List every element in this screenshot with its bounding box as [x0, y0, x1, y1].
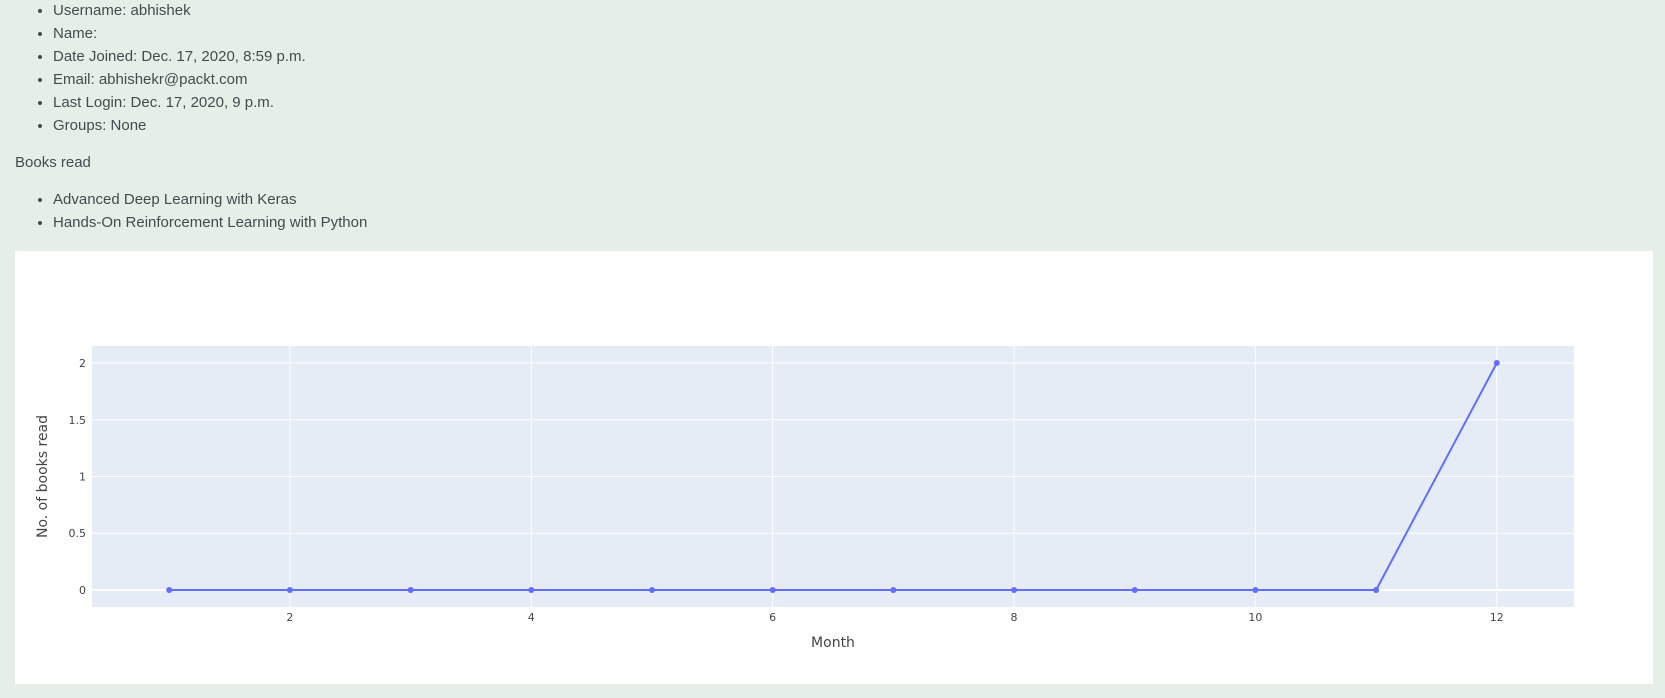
y-tick-label: 0.5 — [69, 527, 87, 540]
data-point-marker — [286, 586, 293, 593]
data-point-marker — [528, 586, 535, 593]
profile-email: Email: abhishekr@packt.com — [53, 68, 306, 91]
data-point-marker — [407, 586, 414, 593]
book-item: Advanced Deep Learning with Keras — [53, 188, 367, 211]
data-point-marker — [1493, 360, 1500, 367]
profile-date-joined: Date Joined: Dec. 17, 2020, 8:59 p.m. — [53, 45, 306, 68]
x-tick-label: 2 — [286, 611, 293, 624]
x-tick-label: 6 — [769, 611, 776, 624]
profile-details-list: Username: abhishek Name: Date Joined: De… — [0, 0, 306, 137]
books-read-list: Advanced Deep Learning with Keras Hands-… — [0, 188, 367, 234]
x-axis-title: Month — [811, 635, 855, 651]
data-point-marker — [1252, 586, 1259, 593]
x-tick-label: 8 — [1011, 611, 1018, 624]
y-tick-label: 2 — [79, 357, 86, 370]
y-axis-title: No. of books read — [35, 415, 51, 538]
x-tick-label: 4 — [528, 611, 535, 624]
y-tick-label: 1.5 — [69, 414, 87, 427]
profile-name: Name: — [53, 22, 306, 45]
profile-groups: Groups: None — [53, 114, 306, 137]
x-tick-label: 10 — [1248, 611, 1262, 624]
data-point-marker — [648, 586, 655, 593]
profile-username: Username: abhishek — [53, 0, 306, 22]
y-tick-label: 0 — [79, 584, 86, 597]
profile-last-login: Last Login: Dec. 17, 2020, 9 p.m. — [53, 91, 306, 114]
books-chart-panel: 2 4 6 8 10 12 0 0.5 1 1.5 2 Month No. of books rea… — [15, 251, 1653, 684]
data-point-marker — [890, 586, 897, 593]
books-read-heading: Books read — [15, 154, 91, 171]
y-tick-label: 1 — [79, 471, 86, 484]
data-point-marker — [1131, 586, 1138, 593]
books-read-line-chart: 2 4 6 8 10 12 0 0.5 1 1.5 2 Month No. of books rea… — [35, 346, 1574, 651]
data-point-marker — [1373, 586, 1380, 593]
data-point-marker — [1011, 586, 1018, 593]
book-item: Hands-On Reinforcement Learning with Pyt… — [53, 211, 367, 234]
data-point-marker — [769, 586, 776, 593]
data-point-marker — [166, 586, 173, 593]
x-tick-label: 12 — [1490, 611, 1504, 624]
